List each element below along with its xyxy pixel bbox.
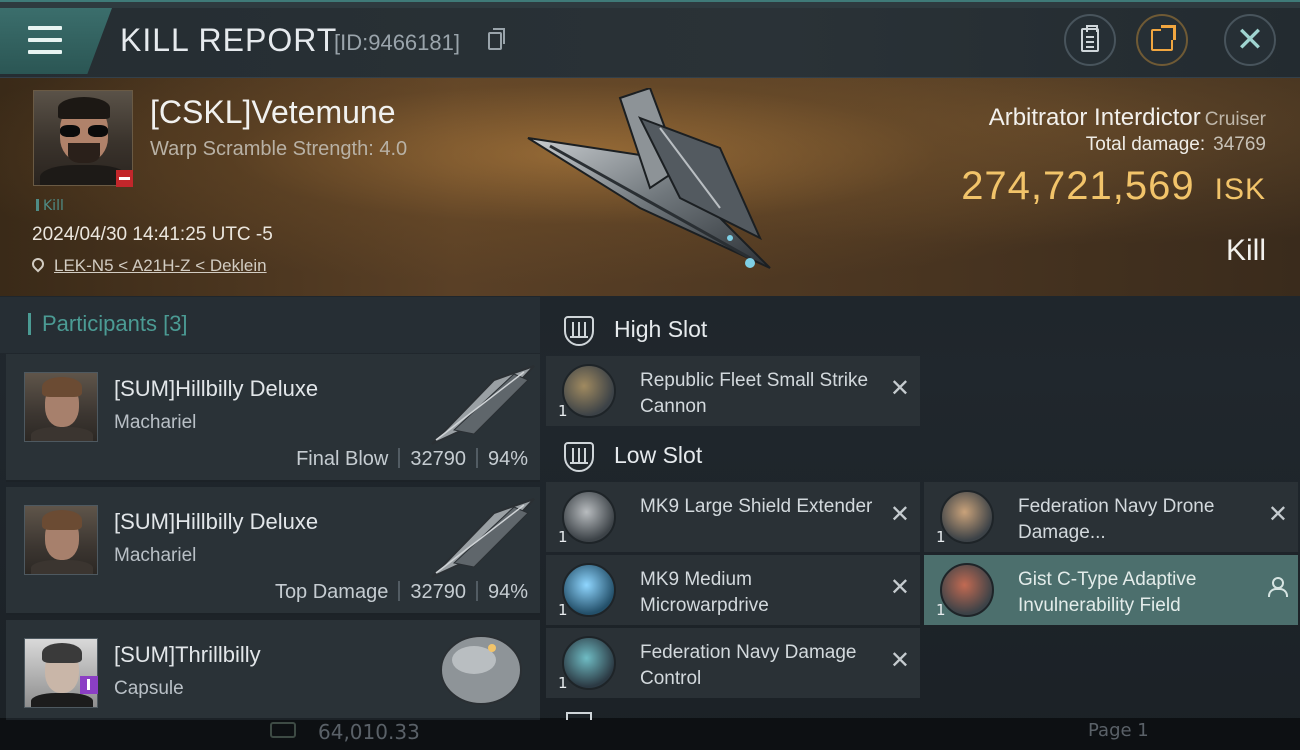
module-icon <box>940 563 994 617</box>
window-header: KILL REPORT [ID:9466181] ✕ <box>0 8 1300 78</box>
isk-amount: 274,721,569 <box>961 164 1195 208</box>
share-button[interactable] <box>1136 14 1188 66</box>
participant-ship: Machariel <box>114 545 197 566</box>
menu-icon <box>28 26 62 30</box>
participant-row[interactable]: [SUM]Hillbilly Deluxe Machariel Top Dama… <box>6 487 540 615</box>
total-damage-label: Total damage: <box>1085 134 1206 155</box>
module-quantity: 1 <box>558 674 568 692</box>
close-icon: ✕ <box>1235 20 1265 60</box>
menu-button[interactable] <box>0 8 112 74</box>
module-name: Gist C-Type Adaptive Invulnerability Fie… <box>1018 569 1197 616</box>
close-button[interactable]: ✕ <box>1224 14 1276 66</box>
remove-icon[interactable]: ✕ <box>890 502 910 526</box>
ship-name: Arbitrator Interdictor <box>988 104 1201 131</box>
participant-row[interactable]: [SUM]Hillbilly Deluxe Machariel Final Bl… <box>6 354 540 482</box>
remove-icon[interactable]: ✕ <box>1268 502 1288 526</box>
share-icon <box>1151 25 1176 51</box>
capsule-image <box>440 635 522 705</box>
participant-name: [SUM]Hillbilly Deluxe <box>114 376 319 401</box>
ship-class: Cruiser <box>1204 109 1266 130</box>
participant-stats: Final Blow 32790 94% <box>296 448 528 470</box>
total-damage: Total damage: 34769 <box>1086 134 1266 156</box>
clipboard-icon <box>1081 25 1099 52</box>
module-quantity: 1 <box>558 528 568 546</box>
participant-name: [SUM]Hillbilly Deluxe <box>114 509 319 534</box>
module-icon <box>562 364 616 418</box>
participants-label: Participants [3] <box>42 311 188 336</box>
high-slot-label: High Slot <box>614 316 708 342</box>
participants-header: Participants [3] <box>0 297 540 353</box>
module-item-selected[interactable]: 1 Gist C-Type Adaptive Invulnerability F… <box>924 555 1298 625</box>
module-item[interactable]: 1 MK9 Medium Microwarpdrive ✕ <box>546 555 920 625</box>
slot-icon <box>564 442 594 472</box>
remove-icon[interactable]: ✕ <box>890 648 910 672</box>
remove-icon[interactable]: ✕ <box>890 376 910 400</box>
location-pin-icon <box>29 255 47 273</box>
victim-ship-type[interactable]: Arbitrator Interdictor Cruiser <box>989 104 1266 132</box>
participant-ship: Capsule <box>114 678 184 699</box>
participants-count: [3] <box>163 311 188 336</box>
background-value: 64,010.33 <box>318 720 420 744</box>
module-item[interactable]: 1 Republic Fleet Small Strike Cannon ✕ <box>546 356 920 426</box>
low-slot-header: Low Slot <box>546 430 926 482</box>
module-quantity: 1 <box>936 601 946 619</box>
module-icon <box>940 490 994 544</box>
module-name: Republic Fleet Small Strike Cannon <box>640 370 869 417</box>
warp-scramble-strength: Warp Scramble Strength: 4.0 <box>150 138 408 160</box>
window-title: KILL REPORT <box>120 22 338 58</box>
module-icon <box>562 636 616 690</box>
module-icon <box>562 563 616 617</box>
kill-result: Kill <box>1225 234 1266 267</box>
module-quantity: 1 <box>558 601 568 619</box>
victim-banner: [CSKL]Vetemune Warp Scramble Strength: 4… <box>0 78 1300 296</box>
mid-slot-header-partial <box>546 706 926 720</box>
remove-icon[interactable]: ✕ <box>890 575 910 599</box>
isk-value: 274,721,569 ISK <box>961 164 1266 209</box>
slot-icon <box>566 712 592 720</box>
module-item[interactable]: 1 Federation Navy Drone Damage... ✕ <box>924 482 1298 552</box>
hostile-status-badge <box>116 170 133 187</box>
victim-name[interactable]: [CSKL]Vetemune <box>150 94 395 131</box>
participant-portrait <box>24 505 98 575</box>
module-quantity: 1 <box>558 402 568 420</box>
clipboard-button[interactable] <box>1064 14 1116 66</box>
module-item[interactable]: 1 MK9 Large Shield Extender ✕ <box>546 482 920 552</box>
background-strip <box>0 0 1300 8</box>
high-slot-header: High Slot <box>546 304 926 356</box>
participant-name: [SUM]Thrillbilly <box>114 642 261 667</box>
module-name: MK9 Large Shield Extender <box>640 496 873 517</box>
module-icon <box>562 490 616 544</box>
low-slot-label: Low Slot <box>614 442 703 468</box>
participant-row[interactable]: [SUM]Thrillbilly Capsule <box>6 620 540 720</box>
participant-portrait <box>24 372 98 442</box>
module-name: MK9 Medium Microwarpdrive <box>640 569 769 616</box>
isk-unit: ISK <box>1214 173 1266 206</box>
location-link[interactable]: LEK-N5 < A21H-Z < Deklein <box>54 256 267 275</box>
participant-portrait <box>24 638 98 708</box>
wallet-icon <box>270 722 296 738</box>
participant-ship-image <box>431 365 535 445</box>
person-icon[interactable] <box>1268 577 1288 597</box>
capsule-status-badge <box>80 676 98 694</box>
participant-stats: Top Damage 32790 94% <box>274 581 528 603</box>
background-footer: 64,010.33 Page 1 <box>0 718 1300 750</box>
background-page-label: Page 1 <box>1088 720 1149 741</box>
module-item[interactable]: 1 Federation Navy Damage Control ✕ <box>546 628 920 698</box>
copy-icon[interactable] <box>488 28 505 50</box>
module-quantity: 1 <box>936 528 946 546</box>
module-name: Federation Navy Damage Control <box>640 642 857 689</box>
slot-icon <box>564 316 594 346</box>
victim-ship-image <box>527 88 771 269</box>
participant-ship-image <box>431 498 535 578</box>
participant-ship: Machariel <box>114 412 197 433</box>
total-damage-value: 34769 <box>1213 134 1266 155</box>
kill-location: LEK-N5 < A21H-Z < Deklein <box>29 255 267 276</box>
kill-report-window: 64,010.33 Page 1 KILL REPORT [ID:9466181… <box>0 0 1300 750</box>
module-name: Federation Navy Drone Damage... <box>1018 496 1215 543</box>
report-id: [ID:9466181] <box>334 30 460 55</box>
kill-tag: Kill <box>36 198 64 214</box>
kill-datetime: 2024/04/30 14:41:25 UTC -5 <box>32 224 273 245</box>
